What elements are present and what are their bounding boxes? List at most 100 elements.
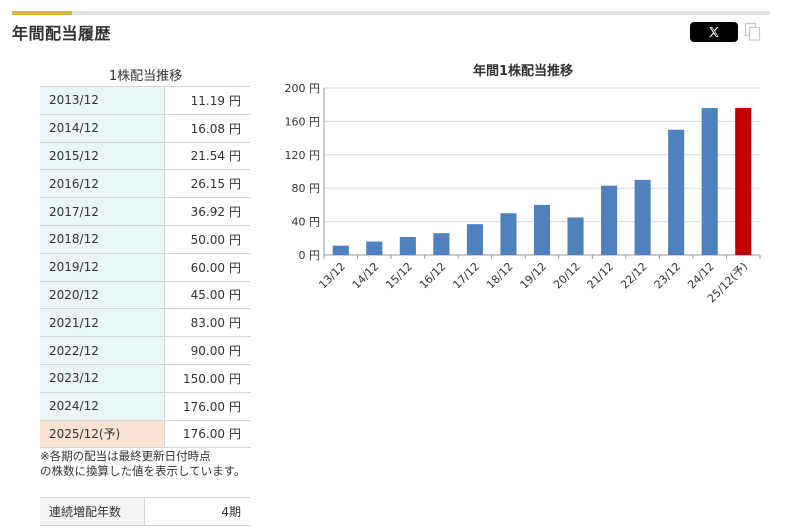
y-tick-label: 0 円: [299, 249, 321, 262]
y-tick-label: 160 円: [285, 115, 321, 128]
bar-forecast: [735, 108, 752, 255]
period-cell: 2017/12: [40, 197, 165, 226]
y-tick-label: 80 円: [292, 182, 321, 195]
copy-icon[interactable]: [744, 22, 762, 42]
table-row: 2019/12 60.00 円: [40, 253, 251, 282]
dividend-value: 83.00: [190, 316, 225, 331]
dividend-cell: 36.92 円: [164, 197, 251, 226]
streak-row: 連続増配年数 4期: [40, 497, 251, 526]
section-title: 年間配当履歴: [12, 24, 112, 43]
dividend-unit: 円: [228, 399, 241, 414]
streak-table: 連続増配年数 4期: [40, 497, 251, 526]
table-row: 2014/12 16.08 円: [40, 114, 251, 143]
dividend-unit: 円: [228, 205, 241, 220]
table-row: 2016/12 26.15 円: [40, 169, 251, 199]
bar: [567, 217, 584, 255]
dividend-unit: 円: [228, 260, 241, 275]
y-tick-label: 120 円: [285, 149, 321, 162]
dividend-cell: 150.00 円: [164, 364, 251, 393]
table-row: 2021/12 83.00 円: [40, 308, 251, 338]
x-category-label: 15/12: [383, 260, 415, 292]
dividend-unit: 円: [228, 149, 241, 164]
dividend-cell: 50.00 円: [164, 225, 251, 254]
chart-title: 年間1株配当推移: [473, 63, 573, 79]
bar: [332, 245, 349, 255]
dividend-unit: 円: [228, 177, 241, 192]
dividend-unit: 円: [228, 288, 241, 303]
dividend-unit: 円: [228, 344, 241, 359]
footnote-line-2: の株数に換算した値を表示しています。: [40, 464, 246, 478]
dividend-value: 90.00: [190, 344, 225, 359]
dividend-unit: 円: [228, 427, 241, 442]
table-row-forecast: 2025/12(予) 176.00 円: [40, 420, 251, 449]
dividend-cell: 16.08 円: [164, 114, 251, 143]
table-row: 2018/12 50.00 円: [40, 225, 251, 254]
period-cell: 2013/12: [40, 86, 165, 115]
section-top-rule: [12, 11, 770, 15]
table-row: 2024/12 176.00 円: [40, 392, 251, 421]
x-category-label: 23/12: [652, 260, 684, 292]
x-category-label: 22/12: [618, 260, 650, 292]
bar: [366, 241, 383, 255]
bar: [533, 204, 551, 255]
dividend-table: 2013/12 11.19 円 2014/12 16.08 円 2015/12 21.54 円 2…: [40, 86, 251, 449]
period-cell: 2014/12: [40, 114, 165, 143]
period-cell: 2015/12: [40, 142, 165, 171]
dividend-value: 60.00: [190, 260, 225, 275]
dividend-cell: 11.19 円: [164, 86, 251, 115]
dividend-unit: 円: [228, 121, 241, 136]
x-category-label: 17/12: [450, 260, 482, 292]
table-row: 2013/12 11.19 円: [40, 86, 251, 115]
x-category-label: 16/12: [417, 260, 449, 292]
dividend-unit: 円: [228, 93, 241, 108]
bar: [634, 179, 651, 255]
x-category-label: 13/12: [316, 260, 348, 292]
x-category-label: 18/12: [484, 260, 516, 292]
x-category-label: 24/12: [685, 260, 717, 292]
section-top-rule-accent: [12, 11, 72, 15]
period-cell: 2021/12: [40, 308, 165, 338]
footnote-line-1: ※各期の配当は最終更新日付時点: [40, 449, 211, 463]
dividend-cell: 60.00 円: [164, 253, 251, 282]
bar: [500, 213, 517, 255]
y-tick-label: 40 円: [292, 216, 321, 229]
dividend-value: 21.54: [190, 149, 225, 164]
dividend-value: 16.08: [190, 121, 225, 136]
bar: [433, 233, 450, 255]
bar: [466, 224, 483, 255]
period-cell: 2018/12: [40, 225, 165, 254]
streak-label: 連続増配年数: [40, 497, 145, 526]
dividend-cell: 176.00 円: [164, 392, 251, 421]
table-row: 2015/12 21.54 円: [40, 142, 251, 171]
dividend-value: 26.15: [190, 177, 225, 192]
period-cell: 2024/12: [40, 392, 165, 421]
table-row: 2022/12 90.00 円: [40, 336, 251, 365]
dividend-cell: 176.00 円: [164, 420, 251, 449]
bar: [399, 237, 416, 255]
x-category-label: 20/12: [551, 260, 583, 292]
period-cell: 2022/12: [40, 336, 165, 365]
dividend-cell: 21.54 円: [164, 142, 251, 171]
dividend-value: 11.19: [190, 93, 225, 108]
dividend-cell: 26.15 円: [164, 169, 251, 199]
dividend-value: 50.00: [190, 232, 225, 247]
streak-value: 4期: [144, 497, 251, 526]
dividend-value: 45.00: [190, 288, 225, 303]
bar: [601, 185, 618, 255]
x-category-label: 14/12: [350, 260, 382, 292]
footnote: ※各期の配当は最終更新日付時点 の株数に換算した値を表示しています。: [40, 449, 270, 479]
bar: [701, 108, 718, 255]
dividend-bar-chart: 年間1株配当推移 0 円 40 円 80 円 120 円 160 円 200 円 13/1…: [285, 63, 761, 305]
dividend-value: 176.00: [182, 399, 225, 414]
period-cell: 2019/12: [40, 253, 165, 282]
dividend-cell: 83.00 円: [164, 308, 251, 338]
x-category-label: 21/12: [585, 260, 617, 292]
x-category-label: 19/12: [518, 260, 550, 292]
period-cell: 2016/12: [40, 169, 165, 199]
dividend-unit: 円: [228, 316, 241, 331]
dividend-table-caption: 1株配当推移: [108, 69, 183, 84]
x-share-button[interactable]: [690, 22, 738, 42]
x-logo-icon: [709, 27, 719, 37]
table-row: 2020/12 45.00 円: [40, 281, 251, 310]
period-cell: 2023/12: [40, 364, 165, 393]
